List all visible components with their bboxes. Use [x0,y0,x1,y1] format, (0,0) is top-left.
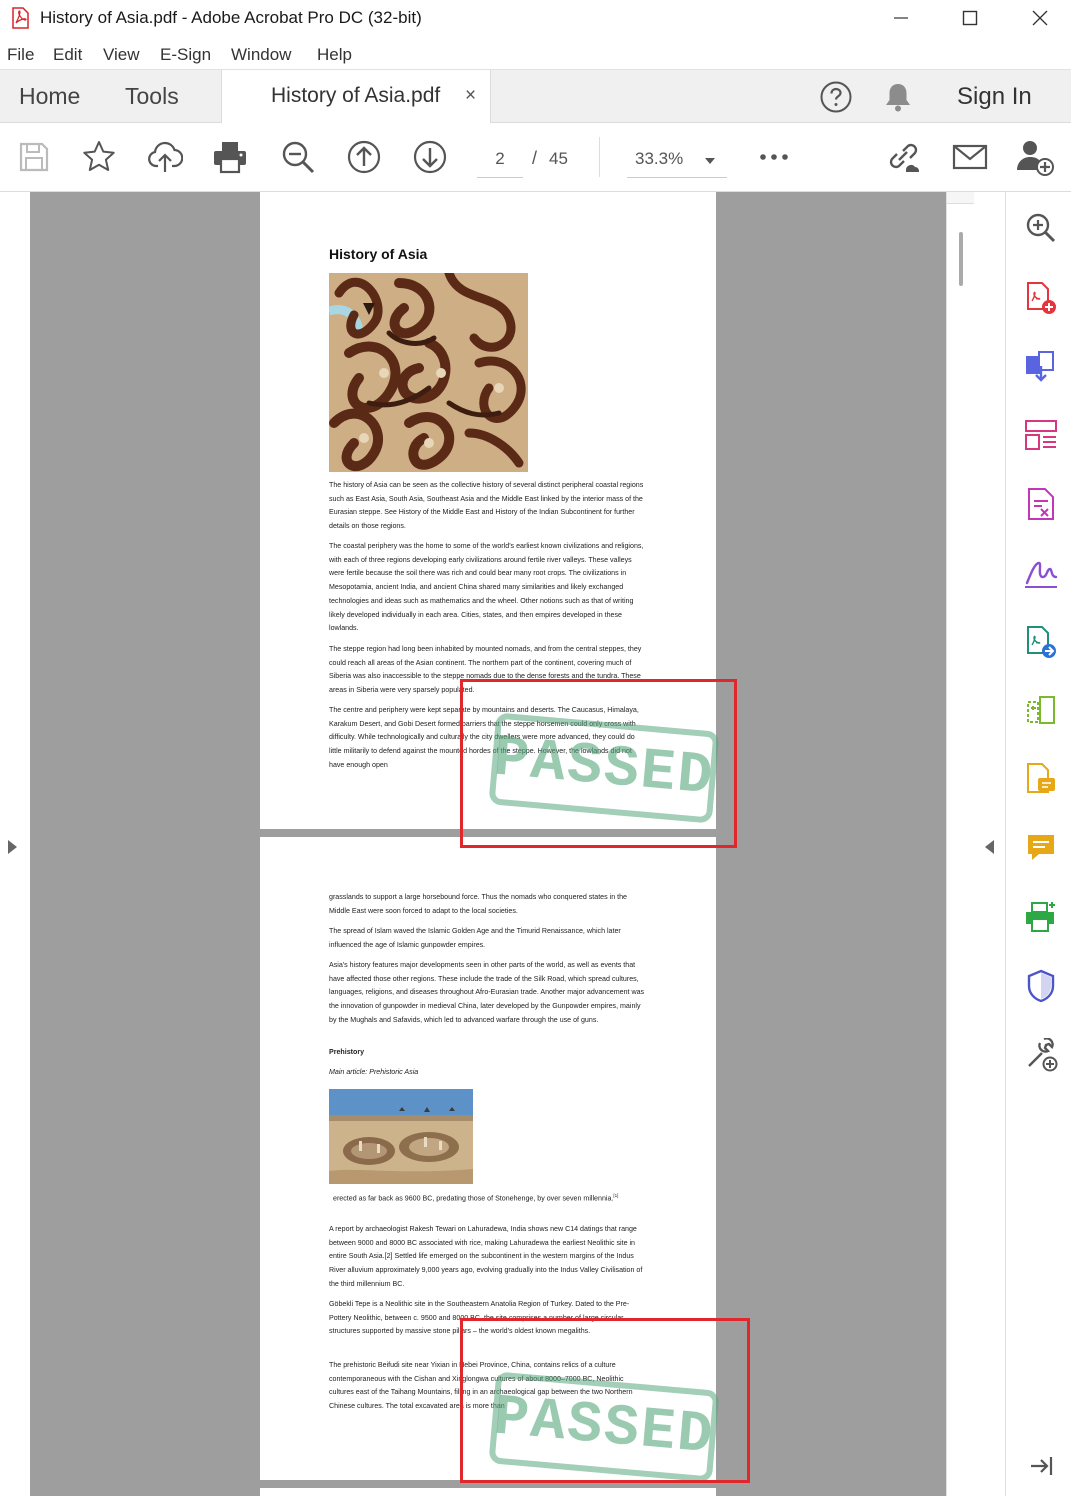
fill-sign-icon[interactable] [1023,555,1059,591]
print-production-icon[interactable] [1023,899,1059,935]
paragraph: A report by archaeologist Rakesh Tewari … [329,1225,643,1288]
more-tools-icon[interactable] [1023,1037,1059,1073]
organize-pages-icon[interactable] [1023,417,1059,453]
highlight-box [460,1318,750,1483]
save-icon[interactable] [15,138,53,176]
vertical-scrollbar[interactable] [946,192,974,1496]
close-window-button[interactable] [1005,0,1071,36]
minimize-button[interactable] [866,0,936,36]
image-caption: erected as far back as 9600 BC, predatin… [329,1189,649,1206]
notifications-bell-icon[interactable] [882,80,914,119]
previous-page-icon[interactable] [345,138,383,176]
right-panel-toggle[interactable] [974,192,1005,1496]
paragraph: Asia's history features major developmen… [329,961,645,1024]
edit-pdf-icon[interactable] [1023,486,1059,522]
create-pdf-icon[interactable] [1023,280,1059,316]
page-number-input[interactable]: 2 [477,145,523,178]
chevron-down-icon [705,158,715,164]
close-tab-button[interactable]: × [465,85,476,107]
textile-image [329,273,528,472]
section-heading: Prehistory [329,1048,365,1056]
paragraph: The history of Asia can be seen as the c… [329,481,644,531]
left-panel-toggle[interactable] [0,192,30,1496]
scroll-up-button[interactable] [947,192,974,204]
highlight-box [460,679,737,848]
page-total: 45 [549,149,568,168]
tab-home[interactable]: Home [19,83,80,110]
bookmark-star-icon[interactable] [80,138,118,176]
paragraph: grasslands to support a large horsebound… [329,893,627,915]
toolbar-divider [599,137,600,177]
comment-document-icon[interactable] [1023,761,1059,797]
tab-tools[interactable]: Tools [125,83,179,110]
menu-help[interactable]: Help [317,45,352,65]
acrobat-app-icon [10,7,30,34]
document-viewer[interactable]: History of Asia The history of Asia can … [30,192,946,1496]
scrollbar-thumb[interactable] [959,232,963,286]
paragraph: The coastal periphery was the home to so… [329,542,644,633]
collapse-left-icon [985,840,994,854]
pdf-page-3 [260,1488,716,1496]
document-tab-label: History of Asia.pdf [271,84,441,107]
menu-window[interactable]: Window [231,45,291,65]
reference-superscript[interactable]: [1] [613,1193,618,1198]
toolbar: 2 / 45 33.3% [0,123,1071,192]
page-title: History of Asia [329,246,428,262]
excavation-site-image [329,1089,473,1184]
upload-cloud-icon[interactable] [146,138,184,176]
menu-esign[interactable]: E-Sign [160,45,211,65]
image-caption-text: erected as far back as 9600 BC, predatin… [333,1194,614,1203]
tab-bar: Home Tools History of Asia.pdf × Sign In [0,70,1071,124]
maximize-button[interactable] [935,0,1005,36]
share-link-icon[interactable] [884,138,922,176]
expand-right-icon [8,840,17,854]
zoom-search-icon[interactable] [1023,210,1059,246]
more-options-icon[interactable] [755,138,793,176]
protect-shield-icon[interactable] [1023,968,1059,1004]
menu-file[interactable]: File [7,45,34,65]
export-pdf-icon[interactable] [1023,624,1059,660]
menu-view[interactable]: View [103,45,140,65]
zoom-out-icon[interactable] [279,138,317,176]
menu-edit[interactable]: Edit [53,45,82,65]
next-page-icon[interactable] [411,138,449,176]
zoom-value: 33.3% [635,149,684,168]
email-envelope-icon[interactable] [951,138,989,176]
menu-bar: File Edit View E-Sign Window Help [0,38,1071,70]
print-icon[interactable] [211,138,249,176]
collapse-pane-icon[interactable] [1023,1448,1059,1484]
page-separator: / [532,148,538,168]
tools-pane [1005,192,1071,1496]
title-bar: History of Asia.pdf - Adobe Acrobat Pro … [0,0,1071,38]
sign-in-button[interactable]: Sign In [957,83,1032,111]
zoom-select[interactable]: 33.3% [627,145,727,178]
tab-document[interactable]: History of Asia.pdf × [221,70,491,124]
help-icon[interactable] [819,80,853,119]
combine-files-icon[interactable] [1023,349,1059,385]
paragraph: The spread of Islam waved the Islamic Go… [329,927,621,949]
comment-icon[interactable] [1023,830,1059,866]
main-article-link[interactable]: Main article: Prehistoric Asia [329,1068,418,1076]
add-user-icon[interactable] [1016,138,1054,176]
compare-files-icon[interactable] [1023,692,1059,728]
window-title: History of Asia.pdf - Adobe Acrobat Pro … [40,8,422,27]
